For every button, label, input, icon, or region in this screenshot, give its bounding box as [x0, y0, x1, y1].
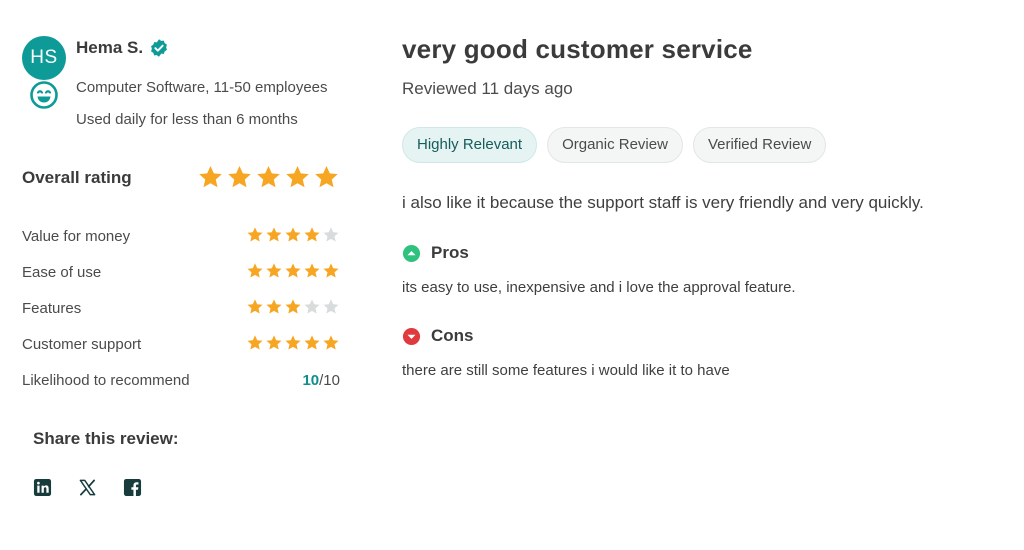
star-filled-icon	[304, 227, 320, 242]
rating-label: Value for money	[22, 228, 131, 245]
review-body: i also like it because the support staff…	[402, 193, 924, 212]
rating-stars	[246, 226, 340, 244]
star-filled-icon	[266, 263, 282, 278]
star-filled-icon	[285, 335, 301, 350]
star-filled-icon	[304, 335, 320, 350]
linkedin-icon[interactable]	[33, 478, 52, 497]
pros-label: Pros	[431, 243, 469, 262]
facebook-icon[interactable]	[123, 478, 142, 497]
star-filled-icon	[266, 335, 282, 350]
star-empty-icon	[304, 299, 320, 314]
star-filled-icon	[257, 166, 280, 188]
review-content: very good customer service Reviewed 11 d…	[402, 34, 1002, 379]
star-empty-icon	[323, 227, 339, 242]
star-filled-icon	[286, 166, 309, 188]
recommend-score-max: /10	[319, 372, 340, 389]
rating-row-features: Features	[22, 296, 340, 332]
star-filled-icon	[315, 166, 338, 188]
cons-heading: Cons	[402, 326, 1002, 346]
reviewer-name: Hema S.	[76, 38, 144, 57]
rating-stars	[246, 334, 340, 352]
share-buttons	[33, 478, 142, 497]
star-filled-icon	[323, 263, 339, 278]
cons-icon	[402, 327, 421, 345]
star-filled-icon	[304, 263, 320, 278]
rating-label: Likelihood to recommend	[22, 372, 190, 389]
tag-verified-review[interactable]: Verified Review	[692, 127, 827, 163]
star-filled-icon	[228, 166, 251, 188]
smiley-icon	[30, 81, 58, 109]
star-filled-icon	[199, 166, 222, 188]
cons-label: Cons	[431, 326, 474, 345]
star-empty-icon	[323, 299, 339, 314]
tag-organic-review[interactable]: Organic Review	[547, 127, 683, 163]
review-tags: Highly Relevant Organic Review Verified …	[402, 127, 1002, 163]
star-filled-icon	[247, 335, 263, 350]
pros-heading: Pros	[402, 243, 1002, 263]
recommend-score: 10/10	[302, 372, 340, 389]
pros-text: its easy to use, inexpensive and i love …	[402, 279, 796, 296]
star-filled-icon	[266, 227, 282, 242]
x-icon[interactable]	[78, 478, 97, 497]
star-filled-icon	[247, 299, 263, 314]
reviewer-panel: HS Hema S. Computer Software, 11-50 empl…	[22, 34, 342, 497]
star-filled-icon	[266, 299, 282, 314]
reviewer-company: Computer Software, 11-50 employees	[76, 79, 328, 96]
review-date: Reviewed 11 days ago	[402, 79, 573, 98]
star-filled-icon	[247, 263, 263, 278]
share-title: Share this review:	[33, 429, 179, 448]
avatar: HS	[22, 36, 66, 80]
rating-stars	[246, 262, 340, 280]
tag-highly-relevant[interactable]: Highly Relevant	[402, 127, 538, 163]
rating-row-value-for-money: Value for money	[22, 224, 340, 260]
reviewer-info: HS Hema S. Computer Software, 11-50 empl…	[22, 34, 342, 134]
rating-stars	[246, 298, 340, 316]
rating-row-ease-of-use: Ease of use	[22, 260, 340, 296]
star-filled-icon	[285, 227, 301, 242]
reviewer-usage: Used daily for less than 6 months	[76, 111, 298, 128]
rating-row-recommend: Likelihood to recommend 10/10	[22, 368, 340, 404]
rating-label: Features	[22, 300, 82, 317]
verified-badge-icon	[151, 39, 168, 57]
review-title: very good customer service	[402, 34, 753, 64]
rating-row-customer-support: Customer support	[22, 332, 340, 368]
cons-text: there are still some features i would li…	[402, 362, 730, 379]
overall-rating-stars	[197, 164, 340, 191]
star-filled-icon	[285, 299, 301, 314]
overall-rating-label: Overall rating	[22, 168, 132, 187]
rating-label: Customer support	[22, 336, 142, 353]
rating-label: Ease of use	[22, 264, 102, 281]
overall-rating: Overall rating	[22, 164, 340, 196]
recommend-score-value: 10	[302, 372, 320, 389]
star-filled-icon	[323, 335, 339, 350]
star-filled-icon	[285, 263, 301, 278]
sub-ratings: Value for money Ease of use Features Cus…	[22, 224, 340, 404]
pros-icon	[402, 244, 421, 262]
star-filled-icon	[247, 227, 263, 242]
